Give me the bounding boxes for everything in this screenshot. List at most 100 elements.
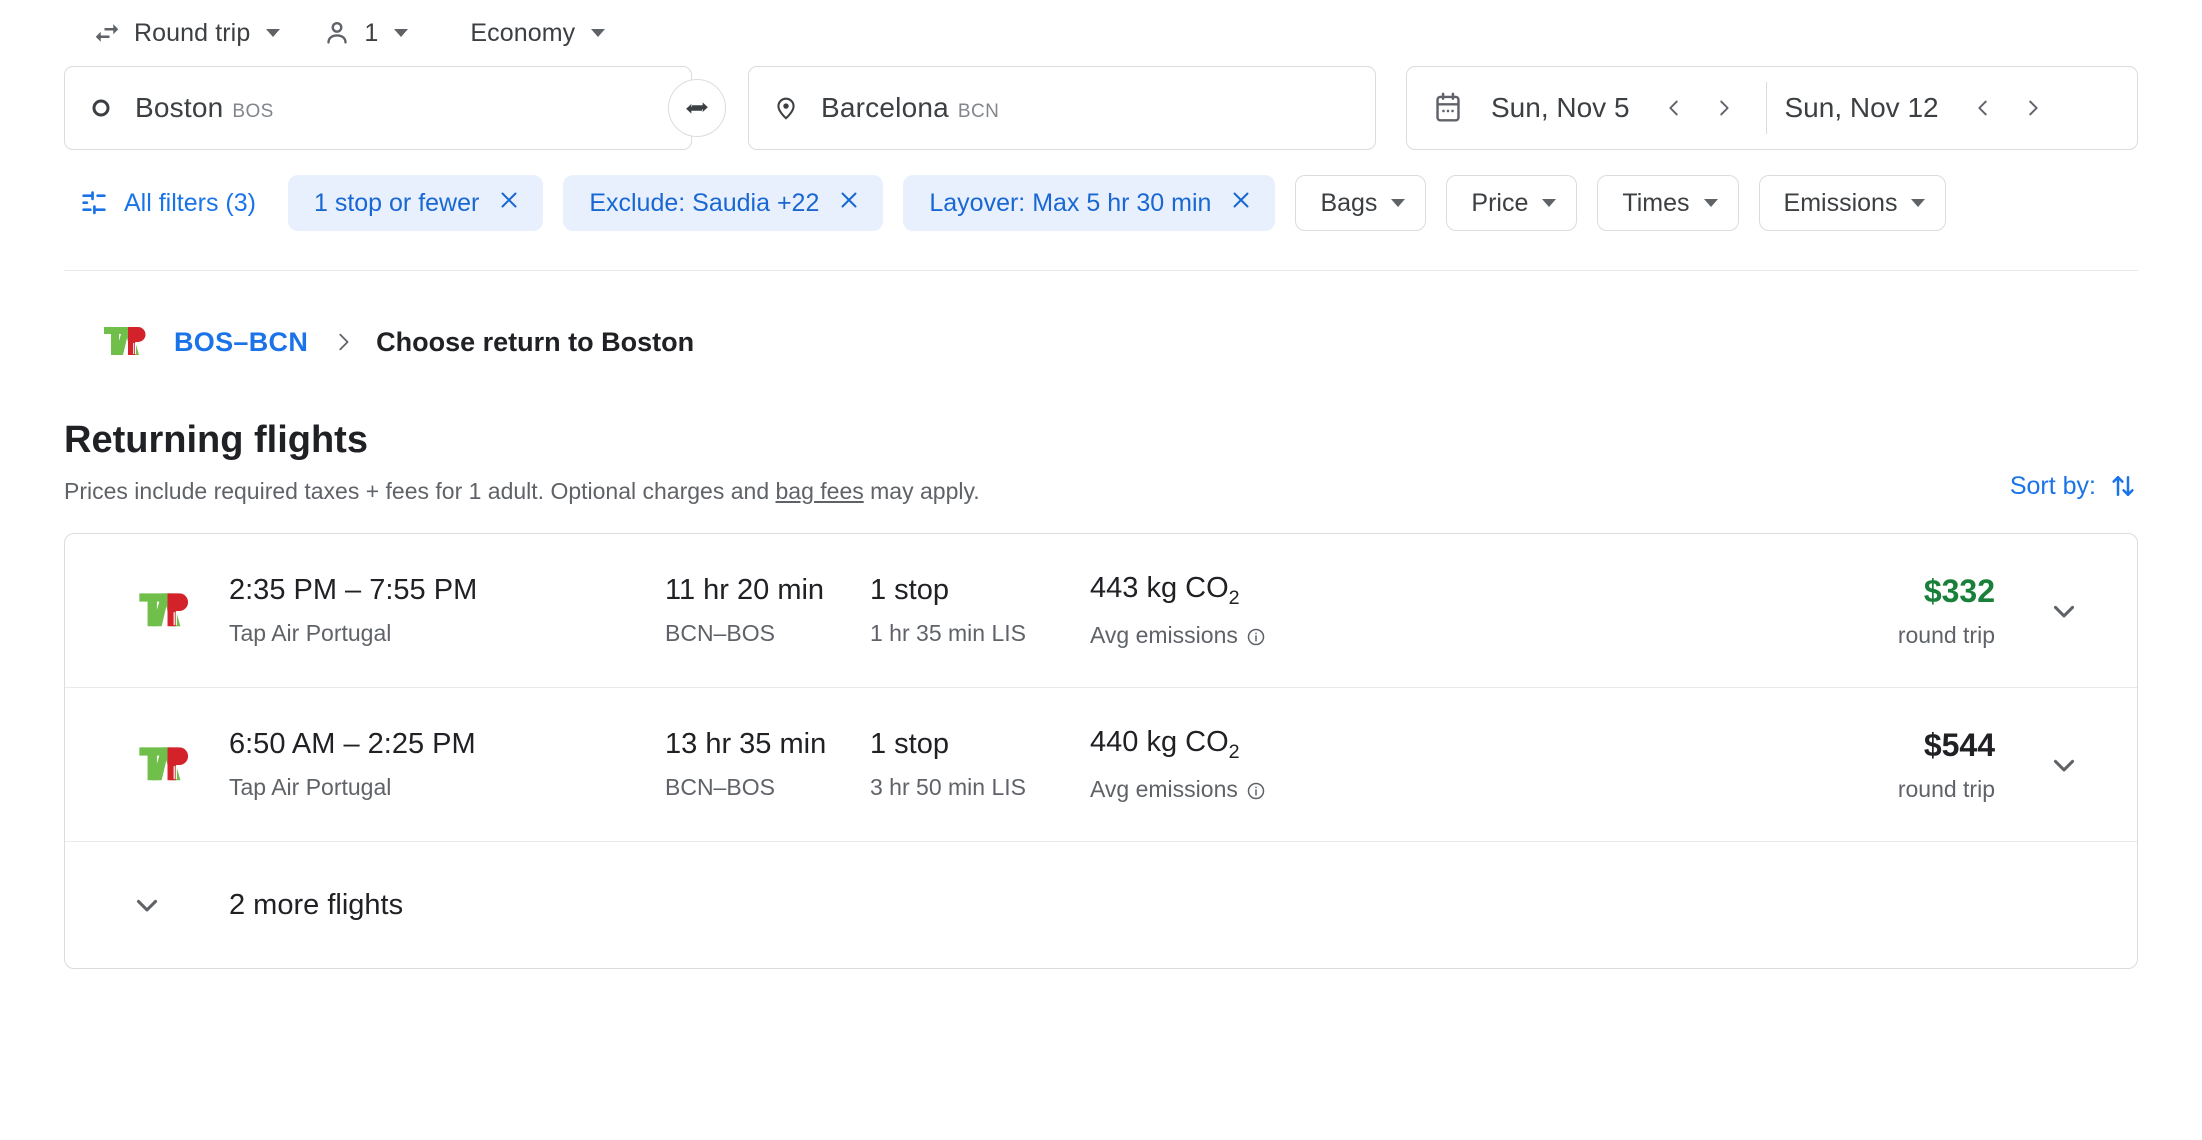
flight-times: 6:50 AM – 2:25 PM [229,728,665,761]
chevron-down-icon [1391,199,1405,207]
destination-city: Barcelona [821,92,949,123]
flight-emissions-value: 443 kg CO [1090,572,1229,604]
flight-emissions-note-wrap: Avg emissions [1090,622,1510,649]
close-icon[interactable] [837,188,861,217]
person-icon [322,18,352,48]
chevron-down-icon [591,29,605,37]
all-filters-label: All filters (3) [124,189,256,218]
trip-type-label: Round trip [134,19,250,48]
flights-page: Round trip 1 Economy [0,0,2202,1140]
airline-logo [99,745,195,785]
filter-chip-times[interactable]: Times [1597,175,1738,231]
flight-duration-column: 13 hr 35 min BCN–BOS [665,728,870,801]
subtitle-text-after: may apply. [864,478,980,504]
subtitle-text-before: Prices include required taxes + fees for… [64,478,776,504]
chevron-down-icon [1911,199,1925,207]
flight-price-column: $332 round trip [1510,573,2021,649]
departure-next-day-button[interactable] [1702,86,1746,130]
tap-air-portugal-logo [102,325,148,359]
flight-emissions-note: Avg emissions [1090,622,1238,648]
flight-emissions-column: 440 kg CO2 Avg emissions [1090,726,1510,804]
flight-emissions-value: 440 kg CO [1090,726,1229,758]
bag-fees-link[interactable]: bag fees [776,478,864,504]
show-more-flights-button[interactable]: 2 more flights [65,842,2137,968]
flight-emissions-column: 443 kg CO2 Avg emissions [1090,572,1510,650]
page-title: Returning flights [64,419,980,462]
date-divider [1766,82,1767,134]
flight-time-column: 6:50 AM – 2:25 PM Tap Air Portugal [195,728,665,801]
filter-chip-exclude-airlines[interactable]: Exclude: Saudia +22 [563,175,883,231]
swap-origin-destination-button[interactable] [668,79,726,137]
circle-outline-icon [89,96,113,120]
departure-date-block[interactable]: Sun, Nov 5 [1433,67,1760,149]
results-header: Returning flights Prices include require… [0,419,2202,505]
sort-by-label: Sort by: [2010,472,2096,501]
flight-price: $332 [1924,573,1995,610]
chevron-down-icon [266,29,280,37]
flight-emissions-subscript: 2 [1229,586,1240,608]
flight-emissions-subscript: 2 [1229,740,1240,762]
filter-chip-price-label: Price [1471,189,1528,218]
origin-input[interactable]: BostonBOS [64,66,692,150]
chevron-down-icon [394,29,408,37]
filter-chip-bags-label: Bags [1320,189,1377,218]
sort-by-button[interactable]: Sort by: [2010,471,2138,505]
trip-type-selector[interactable]: Round trip [82,9,294,57]
flight-route: BCN–BOS [665,774,870,801]
passengers-selector[interactable]: 1 [312,9,422,57]
filter-chip-bags[interactable]: Bags [1295,175,1426,231]
close-icon[interactable] [1229,188,1253,217]
results-header-text: Returning flights Prices include require… [64,419,980,505]
origin-destination-group: BostonBOS [64,66,1376,150]
flight-results-card: 2:35 PM – 7:55 PM Tap Air Portugal 11 hr… [64,533,2138,969]
flight-layover: 3 hr 50 min LIS [870,774,1090,801]
flight-stops-column: 1 stop 3 hr 50 min LIS [870,728,1090,801]
flight-emissions-note: Avg emissions [1090,776,1238,802]
info-icon[interactable] [1246,781,1266,801]
filter-chip-layover[interactable]: Layover: Max 5 hr 30 min [903,175,1275,231]
origin-city: Boston [135,92,223,123]
cabin-class-selector[interactable]: Economy [460,9,619,57]
results-subtitle: Prices include required taxes + fees for… [64,478,980,505]
destination-input[interactable]: BarcelonaBCN [748,66,1376,150]
filter-chip-layover-label: Layover: Max 5 hr 30 min [929,189,1211,218]
departure-prev-day-button[interactable] [1652,86,1696,130]
sort-arrows-icon [2108,471,2138,501]
swap-horizontal-icon [92,18,122,48]
flight-airline: Tap Air Portugal [229,774,665,801]
filter-chip-emissions[interactable]: Emissions [1759,175,1947,231]
filter-chips-bar: All filters (3) 1 stop or fewer Exclude:… [0,164,2202,242]
return-next-day-button[interactable] [2011,86,2055,130]
close-icon[interactable] [497,188,521,217]
passenger-count-label: 1 [364,19,378,48]
filter-chip-price[interactable]: Price [1446,175,1577,231]
search-form: BostonBOS [0,66,2202,150]
flight-emissions-note-wrap: Avg emissions [1090,776,1510,803]
section-divider [64,270,2138,271]
all-filters-button[interactable]: All filters (3) [64,175,272,231]
trip-options-bar: Round trip 1 Economy [0,0,2202,56]
filter-chip-stops-label: 1 stop or fewer [314,189,479,218]
flight-price-note: round trip [1898,776,1995,803]
departure-date-value: Sun, Nov 5 [1491,92,1630,124]
table-row[interactable]: 6:50 AM – 2:25 PM Tap Air Portugal 13 hr… [65,688,2137,842]
calendar-icon [1433,92,1463,124]
flight-price-column: $544 round trip [1510,727,2021,803]
flight-duration: 11 hr 20 min [665,574,870,607]
filter-chip-stops[interactable]: 1 stop or fewer [288,175,543,231]
flight-price-note: round trip [1898,622,1995,649]
breadcrumb-route-link[interactable]: BOS–BCN [174,327,308,358]
expand-flight-details-button[interactable] [2021,748,2107,782]
table-row[interactable]: 2:35 PM – 7:55 PM Tap Air Portugal 11 hr… [65,534,2137,688]
return-prev-day-button[interactable] [1961,86,2005,130]
breadcrumb: BOS–BCN Choose return to Boston [0,307,2202,377]
flight-stops: 1 stop [870,574,1090,607]
return-date-value: Sun, Nov 12 [1785,92,1939,124]
chevron-down-icon [1542,199,1556,207]
flight-duration-column: 11 hr 20 min BCN–BOS [665,574,870,647]
expand-flight-details-button[interactable] [2021,594,2107,628]
info-icon[interactable] [1246,627,1266,647]
cabin-class-label: Economy [470,19,575,48]
flight-route: BCN–BOS [665,620,870,647]
return-date-block[interactable]: Sun, Nov 12 [1785,67,2112,149]
